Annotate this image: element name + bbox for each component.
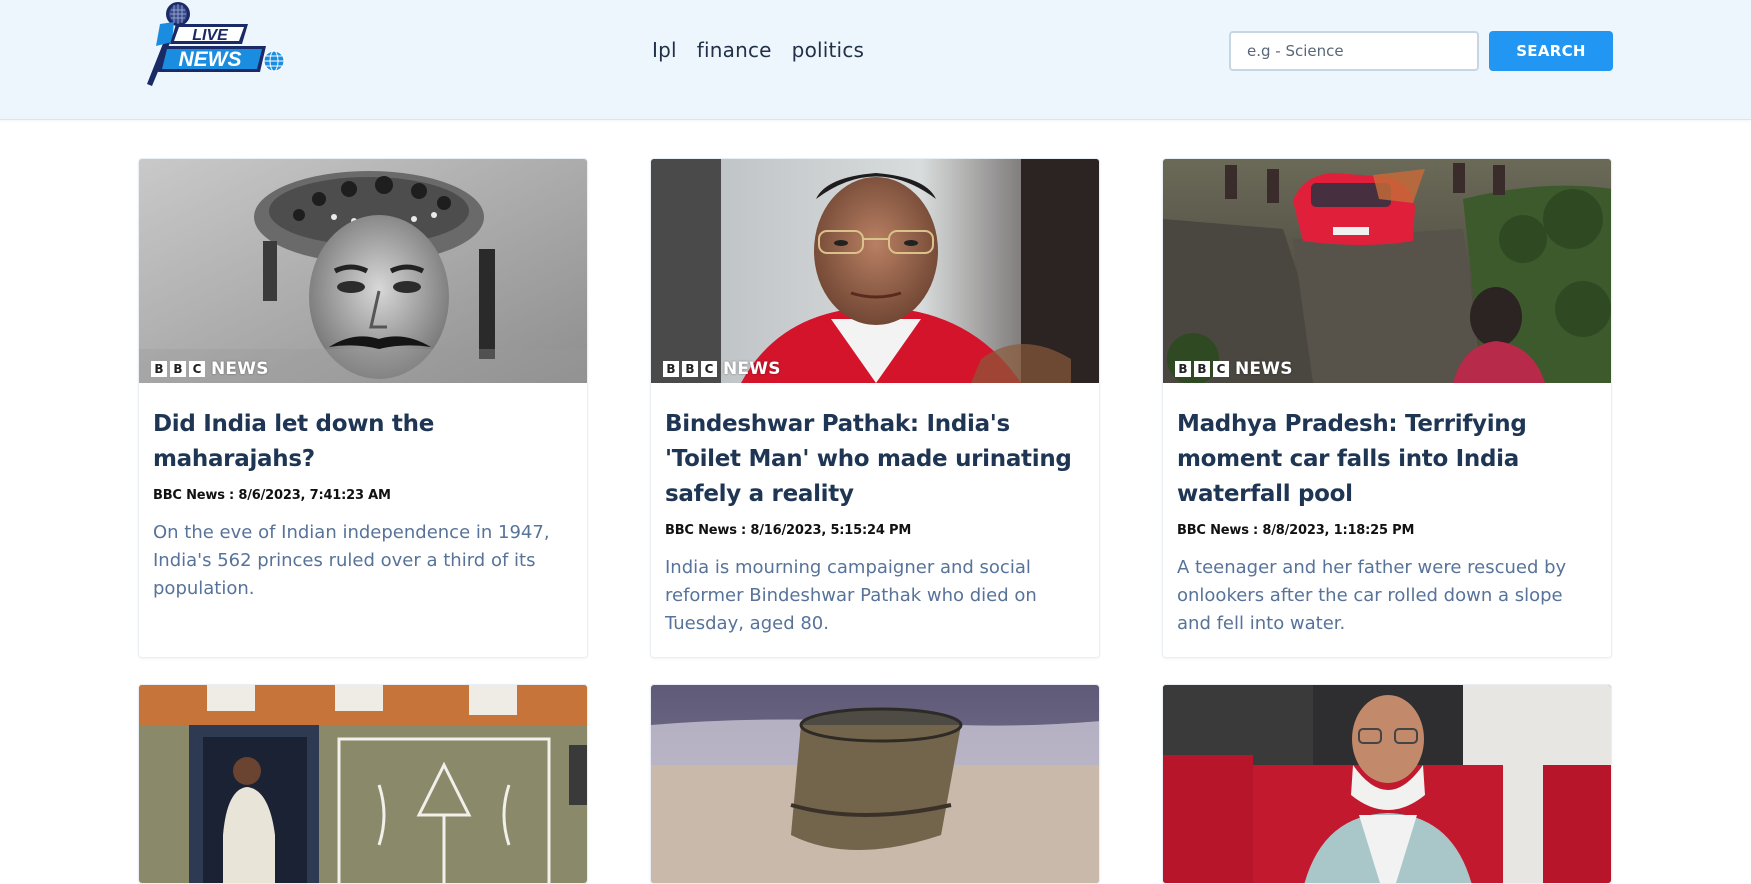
news-card[interactable] <box>138 684 588 884</box>
search-input[interactable] <box>1229 31 1479 71</box>
badge-word: NEWS <box>723 359 781 379</box>
article-title[interactable]: Bindeshwar Pathak: India's 'Toilet Man' … <box>665 407 1085 512</box>
article-image[interactable]: B B C NEWS <box>1163 159 1611 383</box>
badge-word: NEWS <box>1235 359 1293 379</box>
badge-letter: B <box>682 361 698 377</box>
bbc-news-badge: B B C NEWS <box>1175 359 1293 379</box>
article-description: India is mourning campaigner and social … <box>665 557 1037 634</box>
article-title[interactable]: Madhya Pradesh: Terrifying moment car fa… <box>1177 407 1597 512</box>
news-card[interactable] <box>650 684 1100 884</box>
article-meta: BBC News : 8/16/2023, 5:15:24 PM <box>665 523 912 538</box>
badge-letter: B <box>663 361 679 377</box>
news-card[interactable]: B B C NEWS Madhya Pradesh: Terrifying mo… <box>1162 158 1612 658</box>
article-image[interactable]: B B C NEWS <box>139 159 587 383</box>
article-image[interactable]: B B C NEWS <box>651 159 1099 383</box>
article-description: On the eve of Indian independence in 194… <box>153 522 550 599</box>
search-button[interactable]: SEARCH <box>1489 31 1613 71</box>
article-meta: BBC News : 8/6/2023, 7:41:23 AM <box>153 488 391 503</box>
article-image[interactable] <box>651 685 1099 883</box>
badge-letter: B <box>151 361 167 377</box>
article-description: A teenager and her father were rescued b… <box>1177 557 1567 634</box>
news-card[interactable]: B B C NEWS Did India let down the mahara… <box>138 158 588 658</box>
badge-letter: C <box>1213 361 1229 377</box>
nav-link-politics[interactable]: politics <box>792 38 864 62</box>
logo-text-news: NEWS <box>179 48 242 71</box>
article-image[interactable] <box>139 685 587 883</box>
badge-letter: B <box>1194 361 1210 377</box>
live-news-logo[interactable]: LIVE NEWS <box>138 0 288 90</box>
article-image[interactable] <box>1163 685 1611 883</box>
news-card[interactable]: B B C NEWS Bindeshwar Pathak: India's 'T… <box>650 158 1100 658</box>
bbc-news-badge: B B C NEWS <box>151 359 269 379</box>
badge-letter: B <box>170 361 186 377</box>
badge-letter: B <box>1175 361 1191 377</box>
bbc-news-badge: B B C NEWS <box>663 359 781 379</box>
nav-link-ipl[interactable]: Ipl <box>652 38 677 62</box>
badge-word: NEWS <box>211 359 269 379</box>
badge-letter: C <box>189 361 205 377</box>
article-meta: BBC News : 8/8/2023, 1:18:25 PM <box>1177 523 1415 538</box>
logo-text-live: LIVE <box>192 27 229 44</box>
category-nav: Ipl finance politics <box>652 38 864 62</box>
site-header: LIVE NEWS Ipl finance politics SEARCH <box>0 0 1751 120</box>
news-card[interactable] <box>1162 684 1612 884</box>
badge-letter: C <box>701 361 717 377</box>
nav-link-finance[interactable]: finance <box>697 38 772 62</box>
article-title[interactable]: Did India let down the maharajahs? <box>153 407 573 477</box>
